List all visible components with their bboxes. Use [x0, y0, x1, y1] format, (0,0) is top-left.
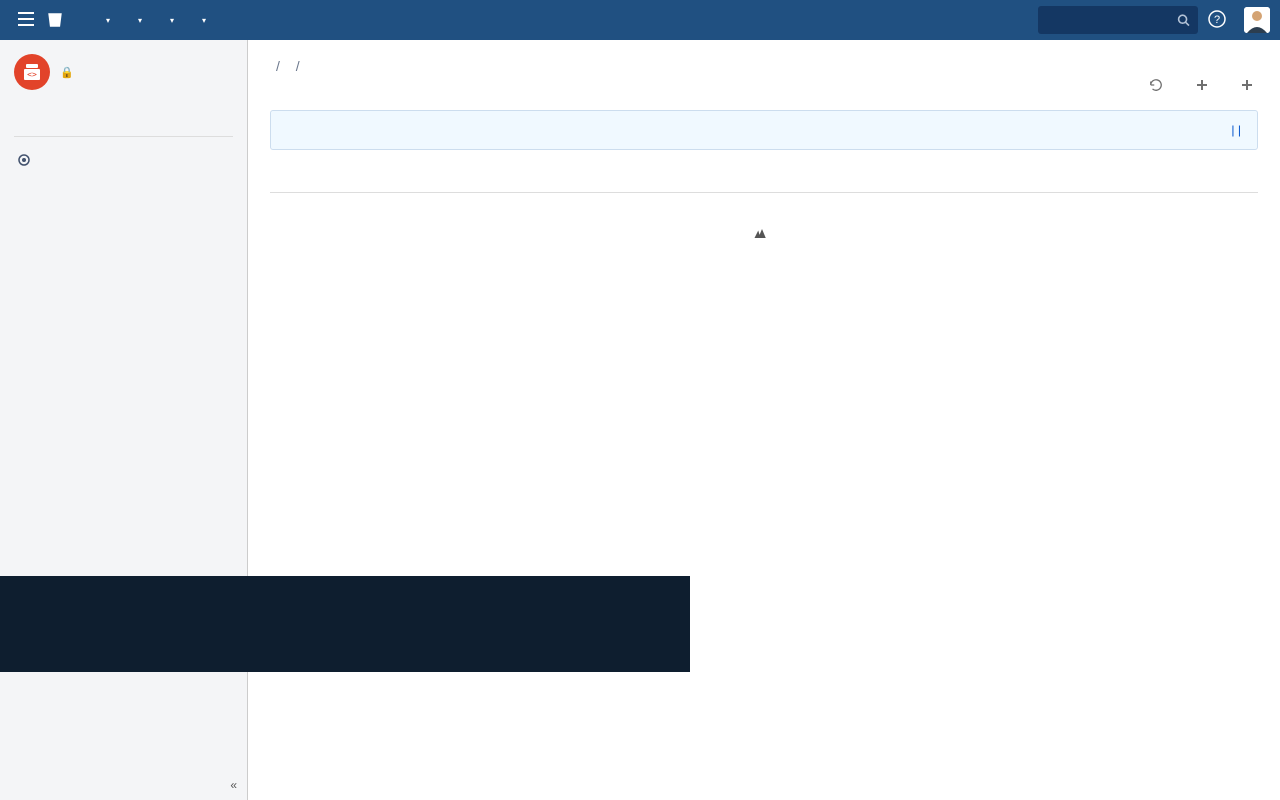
plus-icon [1241, 79, 1253, 91]
bitbucket-icon [46, 11, 64, 29]
create-issue-button[interactable] [1241, 78, 1258, 92]
atlassian-brand[interactable] [270, 223, 1258, 241]
plus-icon [1196, 79, 1208, 91]
create-section-button[interactable] [1196, 78, 1213, 92]
user-avatar[interactable] [1244, 7, 1270, 33]
refresh-issues-button[interactable] [1149, 78, 1168, 92]
refresh-icon [1149, 78, 1163, 92]
banner-links: | | [1231, 123, 1241, 137]
repo-avatar-icon: <> [14, 54, 50, 90]
atlassian-icon [753, 223, 771, 241]
svg-text:?: ? [1214, 14, 1220, 26]
hamburger-icon[interactable] [10, 6, 42, 35]
breadcrumbs: / / [270, 58, 1258, 74]
nav-teams[interactable]: ▾ [90, 0, 122, 40]
main-content: / / | [248, 40, 1280, 800]
repo-header: <> 🔒 [0, 54, 247, 104]
collapse-sidebar-icon[interactable]: « [230, 778, 237, 792]
nav-snippets[interactable]: ▾ [186, 0, 218, 40]
gear-icon [14, 152, 34, 168]
search-icon [1177, 13, 1190, 27]
repo-name: 🔒 [60, 66, 79, 79]
sidebar-item-settings[interactable] [0, 145, 247, 175]
svg-text:<>: <> [27, 70, 37, 79]
search-box[interactable] [1038, 6, 1198, 34]
topbar: ▾ ▾ ▾ ▾ ? [0, 0, 1280, 40]
promo-banner: | | [270, 110, 1258, 150]
help-icon[interactable]: ? [1198, 10, 1236, 31]
nav-projects[interactable]: ▾ [122, 0, 154, 40]
navigation-section-label [0, 116, 247, 128]
footer [270, 192, 1258, 241]
search-input[interactable] [1046, 13, 1177, 28]
nav-repositories[interactable]: ▾ [154, 0, 186, 40]
brand-logo[interactable] [46, 11, 70, 29]
actions-section-label [0, 104, 247, 116]
marketing-overlay [0, 576, 690, 672]
lock-icon: 🔒 [60, 66, 74, 79]
sidebar: <> 🔒 « [0, 40, 248, 800]
